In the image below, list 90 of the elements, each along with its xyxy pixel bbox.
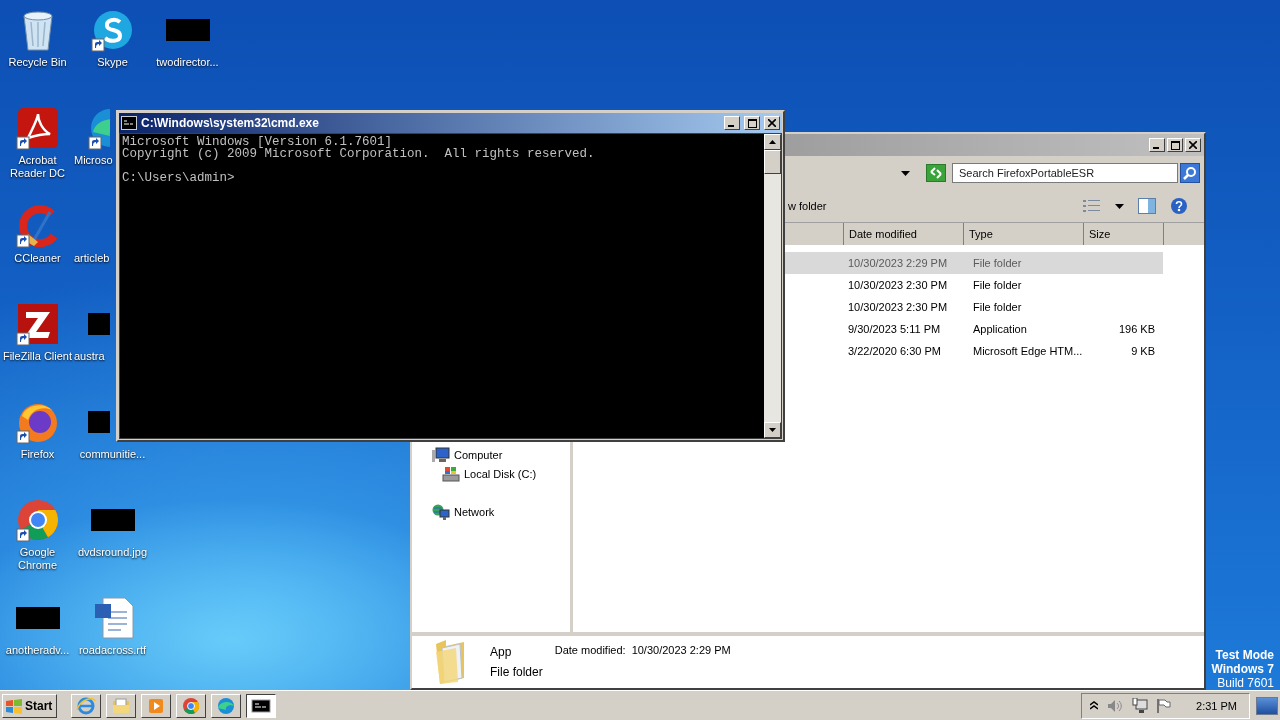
scroll-thumb[interactable] <box>764 150 781 174</box>
table-cell-text: File folder <box>973 279 1023 291</box>
close-icon <box>768 119 776 127</box>
globe-icon <box>76 696 97 715</box>
network-icon[interactable] <box>1132 697 1149 714</box>
console-output: Microsoft Windows [Version 6.1.7601] <box>122 136 393 148</box>
desktop-notice-text: Windows 7 <box>1211 662 1274 676</box>
brush-logo-icon[interactable] <box>15 204 60 248</box>
desktop-notice-text: Build 7601 <box>1217 676 1274 690</box>
icon-label[interactable]: CCleaner <box>0 252 75 265</box>
close-button[interactable] <box>1185 138 1201 152</box>
icon-label[interactable]: articleb <box>74 252 110 265</box>
icon-label[interactable]: FileZilla Client <box>0 350 75 363</box>
detail-value: 10/30/2023 2:29 PM <box>631 644 731 656</box>
close-icon <box>1189 141 1197 149</box>
table-cell-text: 10/30/2023 2:30 PM <box>847 301 949 313</box>
close-button[interactable] <box>764 116 780 130</box>
clock[interactable]: 2:31 PM <box>1196 699 1237 712</box>
table-cell-text: Application <box>973 323 1028 335</box>
icon-label[interactable]: communitie... <box>75 448 150 461</box>
refresh-icon <box>929 167 943 179</box>
table-cell-text: 10/30/2023 2:29 PM <box>847 257 949 269</box>
file-row[interactable]: 10/30/2023 2:30 PM File folder <box>781 296 1163 318</box>
flag-icon[interactable] <box>1157 697 1172 714</box>
table-cell-text: 10/30/2023 2:30 PM <box>847 279 949 291</box>
zigzag-logo-icon[interactable] <box>15 302 60 346</box>
console-icon <box>251 696 272 715</box>
help-icon[interactable] <box>1170 197 1188 215</box>
folder-icon <box>111 696 132 715</box>
item-name: App <box>490 645 513 659</box>
file-row[interactable]: 10/30/2023 2:30 PM File folder <box>781 274 1163 296</box>
taskbar-button[interactable] <box>246 693 277 718</box>
column-header[interactable]: Type <box>964 223 1084 245</box>
nav-item[interactable]: Local Disk (C:) <box>412 464 570 483</box>
icon-label[interactable]: austra <box>74 350 105 363</box>
search-button[interactable] <box>1180 163 1200 183</box>
console-prompt: C:\Users\admin> <box>122 172 235 184</box>
disk-icon <box>442 465 460 482</box>
maximize-icon <box>747 118 757 128</box>
table-cell-text: 9/30/2023 5:11 PM <box>847 323 942 335</box>
column-header[interactable]: Size <box>1084 223 1164 245</box>
start-button[interactable]: Start <box>2 693 58 718</box>
file-row[interactable]: 9/30/2023 5:11 PM Application 196 KB <box>781 318 1163 340</box>
table-cell-text: Microsoft Edge HTM... <box>973 345 1084 357</box>
nav-item[interactable]: Network <box>412 502 570 521</box>
search-icon <box>1183 166 1197 180</box>
preview-pane-icon[interactable] <box>1138 198 1156 214</box>
minimize-button[interactable] <box>1149 138 1165 152</box>
network-icon <box>432 503 450 520</box>
item-type: File folder <box>490 665 543 679</box>
chevron-up-icon[interactable] <box>1090 700 1099 711</box>
refresh-button[interactable] <box>926 164 946 182</box>
search-field[interactable]: Search FirefoxPortableESR <box>952 163 1178 183</box>
window-title: C:\Windows\system32\cmd.exe <box>141 116 320 130</box>
scrollbar[interactable] <box>764 134 781 438</box>
scroll-up-icon[interactable] <box>769 140 776 144</box>
table-cell-text: 9 KB <box>1130 345 1155 357</box>
column-header[interactable]: Date modified <box>844 223 964 245</box>
browser-logo-icon <box>181 696 202 715</box>
scroll-down-icon[interactable] <box>769 428 776 432</box>
new-folder-button[interactable]: w folder <box>788 200 827 212</box>
browser-logo-icon[interactable] <box>15 498 60 542</box>
nav-item[interactable]: Computer <box>412 445 570 464</box>
table-cell-text: 3/22/2020 6:30 PM <box>847 345 942 357</box>
computer-icon <box>432 446 450 463</box>
icon-label[interactable]: Acrobat Reader DC <box>0 154 75 180</box>
table-cell-text: File folder <box>973 301 1023 313</box>
icon-label[interactable]: Skype <box>75 56 150 69</box>
console-output: Copyright (c) 2009 Microsoft Corporation. All rights reserved. <box>122 148 595 160</box>
maximize-icon <box>1170 140 1180 150</box>
minimize-button[interactable] <box>724 116 740 130</box>
dropdown-caret-icon[interactable] <box>901 170 910 176</box>
dropdown-caret-icon[interactable] <box>1115 203 1124 209</box>
show-desktop-button[interactable] <box>1256 696 1278 715</box>
icon-label[interactable]: Firefox <box>0 448 75 461</box>
icon-label[interactable]: twodirector... <box>150 56 225 69</box>
table-cell-text: File folder <box>973 257 1023 269</box>
swirl-logo-icon <box>216 696 237 715</box>
document-logo-icon[interactable] <box>15 106 60 150</box>
file-row[interactable]: 3/22/2020 6:30 PM Microsoft Edge HTM... 9 KB <box>781 340 1163 362</box>
desktop-notice-text: Test Mode <box>1215 648 1274 662</box>
table-cell-text: 196 KB <box>1117 323 1155 335</box>
maximize-button[interactable] <box>744 116 760 130</box>
maximize-button[interactable] <box>1167 138 1183 152</box>
detail-label: Date modified: <box>554 644 626 656</box>
console-icon <box>121 116 137 130</box>
windows-logo-icon <box>5 697 23 714</box>
chat-logo-icon[interactable] <box>90 8 135 52</box>
icon-label[interactable]: Recycle Bin <box>0 56 75 69</box>
icon-label[interactable]: Microso <box>74 154 113 167</box>
